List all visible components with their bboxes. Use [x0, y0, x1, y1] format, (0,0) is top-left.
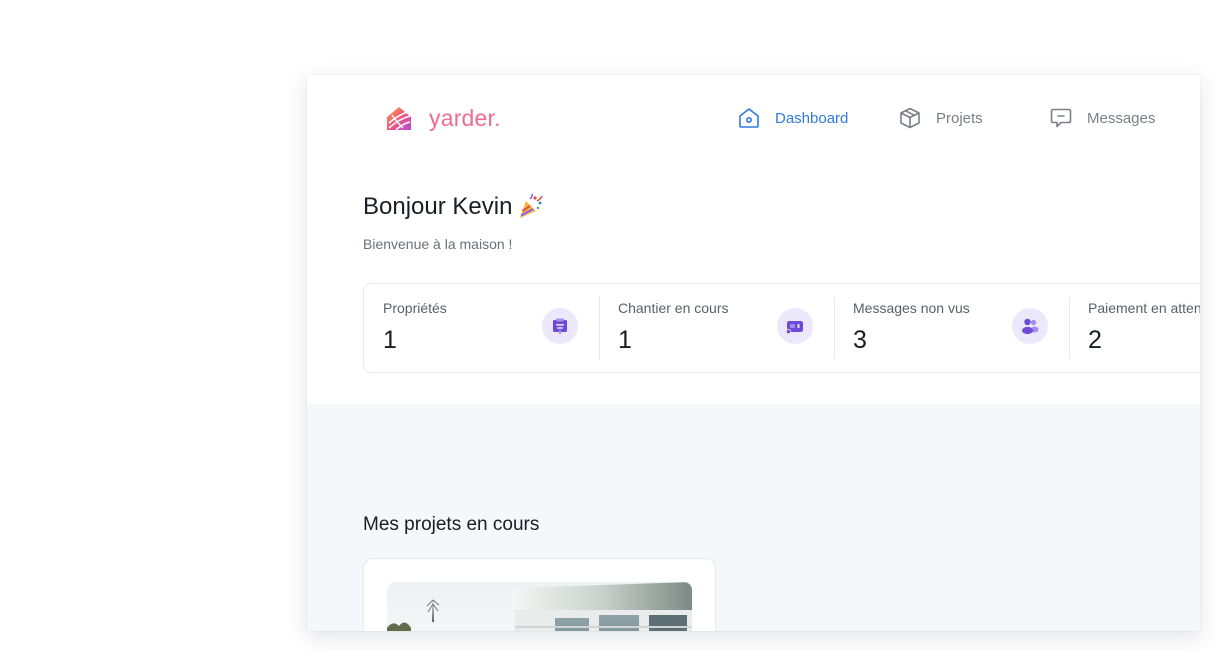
stat-value: 1 — [383, 326, 397, 354]
welcome-subtitle: Bienvenue à la maison ! — [363, 236, 513, 252]
nav-dashboard-label: Dashboard — [775, 109, 849, 127]
yarder-logo-icon — [387, 107, 411, 131]
section-title: Mes projets en cours — [363, 514, 540, 535]
logo[interactable]: yarder. — [385, 102, 501, 134]
party-popper-icon — [520, 193, 544, 218]
greeting: Bonjour Kevin — [363, 193, 544, 221]
nav-messages-label: Messages — [1087, 109, 1156, 127]
app-window: yarder. Dashboard Projets Messages Bonjo… — [307, 75, 1200, 631]
logo-text: yarder. — [429, 104, 501, 131]
nav-dashboard[interactable]: Dashboard — [737, 104, 848, 132]
projects-section: Mes projets en cours — [307, 404, 1200, 631]
nav-messages[interactable]: Messages — [1049, 104, 1155, 132]
stat-card-messages[interactable]: Messages non vus 3 — [834, 284, 1069, 372]
stat-card-proprietes[interactable]: Propriétés 1 — [364, 284, 599, 372]
stat-card-paiement[interactable]: Paiement en attente 2 — [1069, 284, 1200, 372]
modern-house-photo — [387, 582, 692, 631]
stat-icon-wrapper — [777, 308, 813, 344]
users-icon — [1022, 318, 1039, 335]
box-icon — [900, 107, 920, 129]
stat-value: 3 — [853, 326, 867, 354]
page-title: Bonjour Kevin — [363, 193, 513, 220]
stats-panel: Propriétés 1 Chantier en cours 1 Message… — [363, 283, 1200, 373]
nav-projets-label: Projets — [936, 109, 983, 127]
stat-label: Messages non vus — [853, 300, 970, 316]
stat-icon-wrapper — [542, 308, 578, 344]
stat-label: Paiement en attente — [1088, 300, 1200, 316]
project-card[interactable] — [363, 558, 716, 631]
stat-label: Propriétés — [383, 300, 447, 316]
id-badge-icon — [553, 318, 567, 334]
stat-value: 2 — [1088, 326, 1102, 354]
video-camera-icon — [785, 321, 803, 335]
stat-card-chantier[interactable]: Chantier en cours 1 — [599, 284, 834, 372]
home-icon — [739, 108, 759, 128]
stat-value: 1 — [618, 326, 632, 354]
stat-icon-wrapper — [1012, 308, 1048, 344]
stat-label: Chantier en cours — [618, 300, 729, 316]
message-icon — [1050, 108, 1072, 128]
nav-projets[interactable]: Projets — [898, 104, 983, 132]
